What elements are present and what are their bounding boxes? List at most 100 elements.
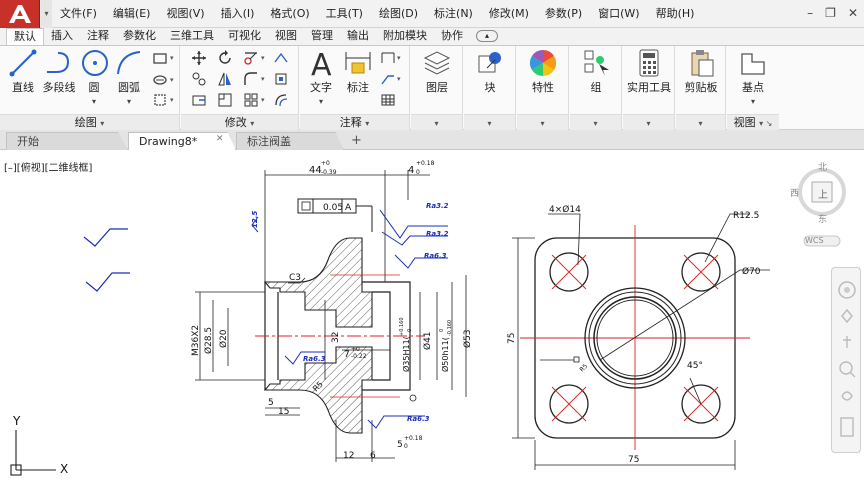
dimension-button[interactable]: 标注 xyxy=(342,48,374,94)
erase-icon[interactable] xyxy=(273,50,289,66)
application-menu-dropdown-icon[interactable]: ▾ xyxy=(41,0,52,28)
line-button[interactable]: 直线 xyxy=(7,48,39,94)
minimize-icon[interactable]: – xyxy=(807,6,813,20)
properties-button[interactable]: 特性 xyxy=(527,48,559,94)
circle-button[interactable]: 圆 ▾ xyxy=(80,48,108,106)
file-tab-valve-cover[interactable]: 标注阀盖 xyxy=(236,132,344,150)
tab-visualize[interactable]: 可视化 xyxy=(221,28,268,45)
menu-file[interactable]: 文件(F) xyxy=(52,0,105,28)
tab-parametric[interactable]: 参数化 xyxy=(116,28,163,45)
trim-dropdown-icon[interactable]: ▾ xyxy=(261,54,265,62)
rotate-icon[interactable] xyxy=(217,50,233,66)
fillet-dropdown-icon[interactable]: ▾ xyxy=(261,75,265,83)
polyline-button[interactable]: 多段线 xyxy=(41,48,77,94)
array-dropdown-icon[interactable]: ▾ xyxy=(261,96,265,104)
tolerance-value: 0.05 xyxy=(323,203,343,213)
menu-dimension[interactable]: 标注(N) xyxy=(426,0,481,28)
tab-addins[interactable]: 附加模块 xyxy=(376,28,434,45)
clipboard-panel-expand[interactable]: ▾ xyxy=(676,114,725,130)
rectangle-dropdown-icon[interactable]: ▾ xyxy=(170,54,174,62)
linear-dimension-icon[interactable] xyxy=(380,50,396,66)
application-menu-button[interactable] xyxy=(0,0,40,28)
dimension-icon xyxy=(345,52,371,74)
file-tab-start[interactable]: 开始 xyxy=(6,132,128,150)
viewport-controls-label[interactable]: [–][俯视][二维线框] xyxy=(4,159,92,174)
leader-dropdown-icon[interactable]: ▾ xyxy=(397,75,401,83)
properties-panel-expand[interactable]: ▾ xyxy=(517,114,568,130)
menu-view[interactable]: 视图(V) xyxy=(158,0,212,28)
layers-panel-expand[interactable]: ▾ xyxy=(411,114,462,130)
menu-format[interactable]: 格式(O) xyxy=(262,0,317,28)
file-tab-close-icon[interactable]: ✕ xyxy=(216,134,224,144)
move-icon[interactable] xyxy=(191,50,207,66)
new-tab-plus-icon[interactable]: + xyxy=(351,133,362,148)
block-button[interactable]: 块 xyxy=(474,48,506,94)
view-panel-title[interactable]: 视图 ▾ ↘ xyxy=(727,114,779,130)
stretch-icon[interactable] xyxy=(191,92,207,108)
menu-insert[interactable]: 插入(I) xyxy=(213,0,263,28)
annotation-panel-title[interactable]: 注释 ▾ xyxy=(300,114,409,130)
modify-panel-title[interactable]: 修改 ▾ xyxy=(181,114,298,130)
region-icon[interactable] xyxy=(152,92,168,108)
dia-28-5: Ø28.5 xyxy=(203,327,214,354)
panel-annotation: A 文字 ▾ 标注 ▾ ▾ 注释 ▾ xyxy=(300,46,410,130)
array-icon[interactable] xyxy=(243,92,259,108)
circle-dropdown-icon[interactable]: ▾ xyxy=(80,97,108,106)
menu-modify[interactable]: 修改(M) xyxy=(481,0,537,28)
scale-icon[interactable] xyxy=(217,92,233,108)
dim-5: 5 xyxy=(268,398,274,408)
fillet-icon[interactable] xyxy=(243,71,259,87)
layers-button[interactable]: 图层 xyxy=(421,48,453,94)
text-button[interactable]: A 文字 ▾ xyxy=(306,48,336,106)
arc-button[interactable]: 圆弧 ▾ xyxy=(114,48,144,106)
menu-tools[interactable]: 工具(T) xyxy=(318,0,371,28)
text-dropdown-icon[interactable]: ▾ xyxy=(306,97,336,106)
tab-manage[interactable]: 管理 xyxy=(304,28,340,45)
wcs-menu[interactable]: WCS xyxy=(805,236,824,245)
clipboard-button[interactable]: 剪贴板 xyxy=(679,48,723,94)
annotation-panel-expand-icon: ▾ xyxy=(365,119,370,128)
tab-view[interactable]: 视图 xyxy=(268,28,304,45)
drawing-canvas[interactable]: Y X 0.05 A 44 +0 -0.39 4 +0.18 0 12.5 Ra… xyxy=(0,151,864,486)
dimension-label: 标注 xyxy=(347,81,369,94)
explode-icon[interactable] xyxy=(273,71,289,87)
ribbon-minimize-icon[interactable]: ▴ xyxy=(476,30,498,42)
viewcube-top[interactable]: 上 xyxy=(818,186,828,201)
menu-draw[interactable]: 绘图(D) xyxy=(371,0,426,28)
utilities-button[interactable]: 实用工具 xyxy=(625,48,673,94)
menu-help[interactable]: 帮助(H) xyxy=(648,0,703,28)
tab-collaborate[interactable]: 协作 xyxy=(434,28,470,45)
hatch-icon[interactable] xyxy=(152,72,168,88)
tab-default[interactable]: 默认 xyxy=(6,28,44,45)
groups-button[interactable]: 组 xyxy=(580,48,612,94)
mirror-icon[interactable] xyxy=(217,71,233,87)
menu-parametric[interactable]: 参数(P) xyxy=(537,0,590,28)
copy-icon[interactable] xyxy=(191,71,207,87)
block-panel-expand[interactable]: ▾ xyxy=(464,114,515,130)
rectangle-icon[interactable] xyxy=(152,50,168,66)
trim-icon[interactable] xyxy=(243,50,259,66)
table-icon[interactable] xyxy=(380,92,396,108)
file-tab-drawing8-label: Drawing8* xyxy=(139,135,198,148)
base-view-button[interactable]: 基点 ▾ xyxy=(735,48,771,106)
draw-panel-title[interactable]: 绘图 ▾ xyxy=(0,114,179,130)
menu-window[interactable]: 窗口(W) xyxy=(590,0,647,28)
offset-icon[interactable] xyxy=(273,92,289,108)
region-dropdown-icon[interactable]: ▾ xyxy=(170,96,174,104)
tab-output[interactable]: 输出 xyxy=(340,28,376,45)
tab-annotate[interactable]: 注释 xyxy=(80,28,116,45)
restore-icon[interactable]: ❐ xyxy=(825,6,836,20)
panel-draw: 直线 多段线 圆 ▾ 圆弧 ▾ ▾ ▾ ▾ 绘图 ▾ xyxy=(0,46,180,130)
arc-dropdown-icon[interactable]: ▾ xyxy=(114,97,144,106)
menu-edit[interactable]: 编辑(E) xyxy=(105,0,159,28)
close-icon[interactable]: ✕ xyxy=(848,6,858,20)
tab-3d-tools[interactable]: 三维工具 xyxy=(163,28,221,45)
groups-panel-expand[interactable]: ▾ xyxy=(570,114,621,130)
leader-icon[interactable] xyxy=(380,71,396,87)
tab-insert[interactable]: 插入 xyxy=(44,28,80,45)
hatch-dropdown-icon[interactable]: ▾ xyxy=(170,76,174,84)
linear-dimension-dropdown-icon[interactable]: ▾ xyxy=(397,54,401,62)
utilities-panel-expand[interactable]: ▾ xyxy=(623,114,674,130)
base-view-dropdown-icon[interactable]: ▾ xyxy=(735,97,771,106)
dim-32: 32 xyxy=(331,332,341,343)
